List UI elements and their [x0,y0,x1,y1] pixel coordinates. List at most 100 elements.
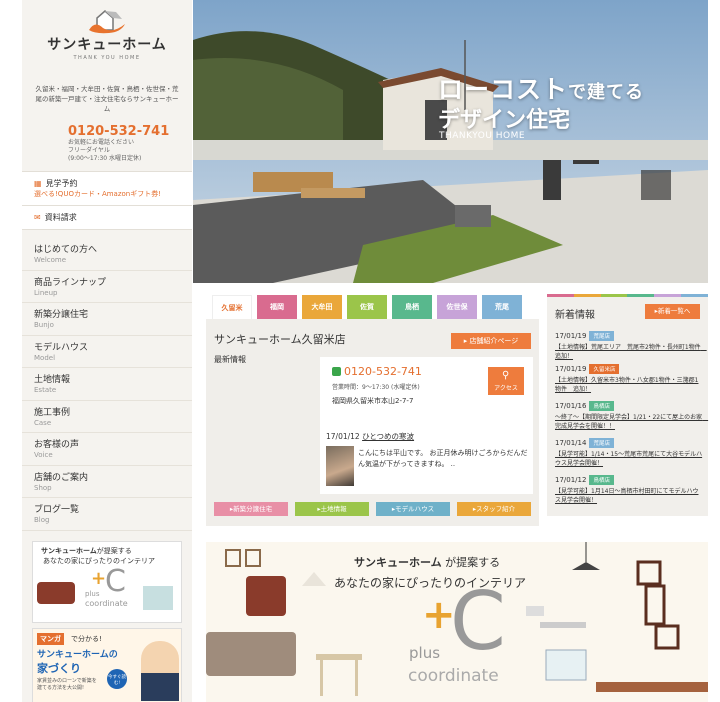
sidebar: サンキューホーム THANK YOU HOME 久留米・福岡・大牟田・佐賀・鳥栖… [22,0,192,702]
news-item[interactable]: 17/01/12 鳥栖店 【見学可能】1月14日〜鳥栖市村田町にてモデルハウス見学会… [555,475,703,505]
bottom-banner-coordinate: coordinate [408,666,499,686]
house-logo-icon [89,10,125,34]
menu-item-bunjo[interactable]: 新築分譲住宅 Bunjo [22,303,192,336]
menu-sublabel: Blog [34,516,50,524]
menu-item-shop[interactable]: 店舗のご案内 Shop [22,466,192,498]
interior-banner-large[interactable]: サンキューホーム が提案する あなたの家にぴったりのインテリア + C plus… [206,542,708,702]
news-item[interactable]: 17/01/16 鳥栖店 〜終了〜【期間限定見学会】1/21・22にて屋上のお家 完… [555,401,709,431]
area-description: 久留米・福岡・大牟田・佐賀・鳥栖・佐世保・荒尾の新築一戸建て・注文住宅ならサンキ… [35,85,179,113]
banner1-c-mark: C [105,563,126,599]
store-phone-number: 0120-532-741 [344,365,422,378]
category-staff-button[interactable]: ▸スタッフ紹介 [457,502,531,516]
phone-note: お気軽にお電話ください フリーダイヤル (9:00〜17:30 水曜日定休) [68,139,192,163]
menu-item-lineup[interactable]: 商品ラインナップ Lineup [22,271,192,303]
sidebar-menu: はじめての方へ Welcome 商品ラインナップ Lineup 新築分譲住宅 Bunj… [22,238,192,531]
banner2-line2: サンキューホームの [37,649,118,660]
store-contact-box: 0120-532-741 営業時間：9〜17:30 (水曜定休) 福岡県久留米市… [320,357,533,429]
document-request-button[interactable]: ✉ 資料請求 [22,205,192,230]
store-phone[interactable]: 0120-532-741 [332,365,422,378]
bottom-banner-plus: plus [409,644,441,662]
menu-item-case[interactable]: 施工事例 Case [22,401,192,433]
news-item[interactable]: 17/01/14 荒尾店【見学可能】1/14・15〜荒尾市荒尾にて大谷モデルハウス… [555,438,703,468]
tab-kurume[interactable]: 久留米 [212,295,252,319]
banner1-plus: plus [85,589,100,598]
news-text: 〜終了〜【期間限定見学会】1/21・22にて屋上のお家 完成見学会を開催！！ [555,414,709,430]
interior-banner-small[interactable]: サンキューホームが提案する あなたの家にぴったりのインテリア + C plus … [32,540,182,623]
menu-sublabel: Bunjo [34,321,54,329]
manga-banner[interactable]: マンガ で分かる! サンキューホームの 家づくり 家賃並みのローンで新築を 建て… [32,627,182,702]
category-bunjo-button[interactable]: ▸新築分譲住宅 [214,502,288,516]
blog-thumbnail [326,446,354,486]
category-label: モデルハウス [395,505,435,513]
phone-note-1: お気軽にお電話ください [68,139,135,146]
store-panel: サンキューホーム久留米店 ▸ 店舗紹介ページ 最新情報 0120-532-741… [206,319,539,526]
news-badge: 鳥栖店 [589,401,614,411]
hero-brand: THANKYOU HOME [439,131,526,141]
banner2-line5: 建てる方法を大公開! [37,684,85,691]
menu-label: 土地情報 [34,375,71,385]
category-label: 新築分譲住宅 [233,505,273,513]
news-text: 【土地情報】久留米市3物件・八女郡1物件・三潴郡1物件 追加！ [555,377,699,393]
tab-fukuoka[interactable]: 福岡 [257,295,297,319]
menu-label: 商品ラインナップ [34,277,107,288]
tab-saga[interactable]: 佐賀 [347,295,387,319]
store-blog-entry[interactable]: 17/01/12 ひとつめの寒波 こんにちは平山です。 お正月休み明けごろからだ… [320,426,533,494]
menu-label: 新築分譲住宅 [34,310,89,320]
bottom-banner-title: サンキューホーム が提案する [354,554,500,570]
store-page-label: 店舗紹介ページ [469,337,519,345]
tab-omuta[interactable]: 大牟田 [302,295,342,319]
hero-headline-b: で建てる [568,82,645,103]
news-badge: 鳥栖店 [589,475,614,485]
store-title: サンキューホーム久留米店 [214,333,346,346]
news-badge: 荒尾店 [589,331,614,341]
category-model-button[interactable]: ▸モデルハウス [376,502,450,516]
news-item[interactable]: 17/01/19 荒尾店【土地情報】荒尾エリア 荒尾市2物件・長州町1物件 追加！ [555,331,707,361]
chair-image [143,585,173,610]
news-more-label: 新着一覧へ [657,307,691,315]
logo-subtitle: THANK YOU HOME [73,55,141,61]
blog-excerpt: こんにちは平山です。 お正月休み明けごろからだんだん気温が下がってきますね。 .… [358,449,528,468]
visit-reservation-button[interactable]: ▦ 見学予約 選べる!QUOカード・Amazonギフト券! [22,171,192,205]
bottom-banner-line1: が提案する [445,556,501,569]
chevron-right-icon: ▸ [463,337,468,345]
calendar-icon: ▦ [34,179,42,188]
news-date: 17/01/19 [555,332,587,340]
menu-item-model[interactable]: モデルハウス Model [22,336,192,368]
news-more-button[interactable]: ▸新着一覧へ [645,304,700,319]
news-badge: 荒尾店 [589,438,614,448]
news-item[interactable]: 17/01/19 久留米店 【土地情報】久留米市3物件・八女郡1物件・三潴郡1物件 … [555,364,703,394]
menu-sublabel: Welcome [34,256,67,264]
tab-tosu[interactable]: 鳥栖 [392,295,432,319]
news-text: 【土地情報】荒尾エリア 荒尾市2物件・長州町1物件 追加！ [555,344,707,360]
menu-item-estate[interactable]: 土地情報 Estate [22,368,192,401]
news-text: 【見学可能】1/14・15〜荒尾市荒尾にて大谷モデルハウス見学会開催！ [555,451,703,467]
hero-image[interactable]: ローコストで建てる デザイン住宅 THANKYOU HOME [193,0,708,283]
store-category-buttons: ▸新築分譲住宅 ▸土地情報 ▸モデルハウス ▸スタッフ紹介 [214,502,531,516]
menu-item-blog[interactable]: ブログ一覧 Blog [22,498,192,531]
banner1-coordinate: coordinate [85,598,128,608]
store-page-button[interactable]: ▸ 店舗紹介ページ [451,333,531,349]
tab-arao[interactable]: 荒尾 [482,295,522,319]
blog-title-link[interactable]: ひとつめの寒波 [362,432,414,441]
hero-headline-a: ローコスト [438,75,569,104]
phone-number[interactable]: 0120-532-741 [68,124,192,139]
c-mark: C [450,575,506,668]
store-news-label: 最新情報 [214,355,246,364]
phone-note-2: フリーダイヤル [68,147,110,154]
category-estate-button[interactable]: ▸土地情報 [295,502,369,516]
access-button[interactable]: ⚲ アクセス [488,367,524,395]
hero-photo [193,0,708,283]
tab-sasebo[interactable]: 佐世保 [437,295,477,319]
sofa-image [37,581,75,604]
banner1-plus-mark: + [91,567,107,589]
menu-item-voice[interactable]: お客様の声 Voice [22,433,192,466]
news-date: 17/01/19 [555,365,587,373]
hero-headline: ローコストで建てる [438,70,644,106]
menu-sublabel: Model [34,353,56,362]
banner1-brand: サンキューホーム [41,546,97,555]
menu-sublabel: Shop [34,483,52,492]
news-date: 17/01/14 [555,439,587,447]
read-now-badge: 今すぐ読む! [107,668,127,689]
menu-item-welcome[interactable]: はじめての方へ Welcome [22,238,192,271]
logo[interactable]: サンキューホーム THANK YOU HOME [22,0,192,82]
